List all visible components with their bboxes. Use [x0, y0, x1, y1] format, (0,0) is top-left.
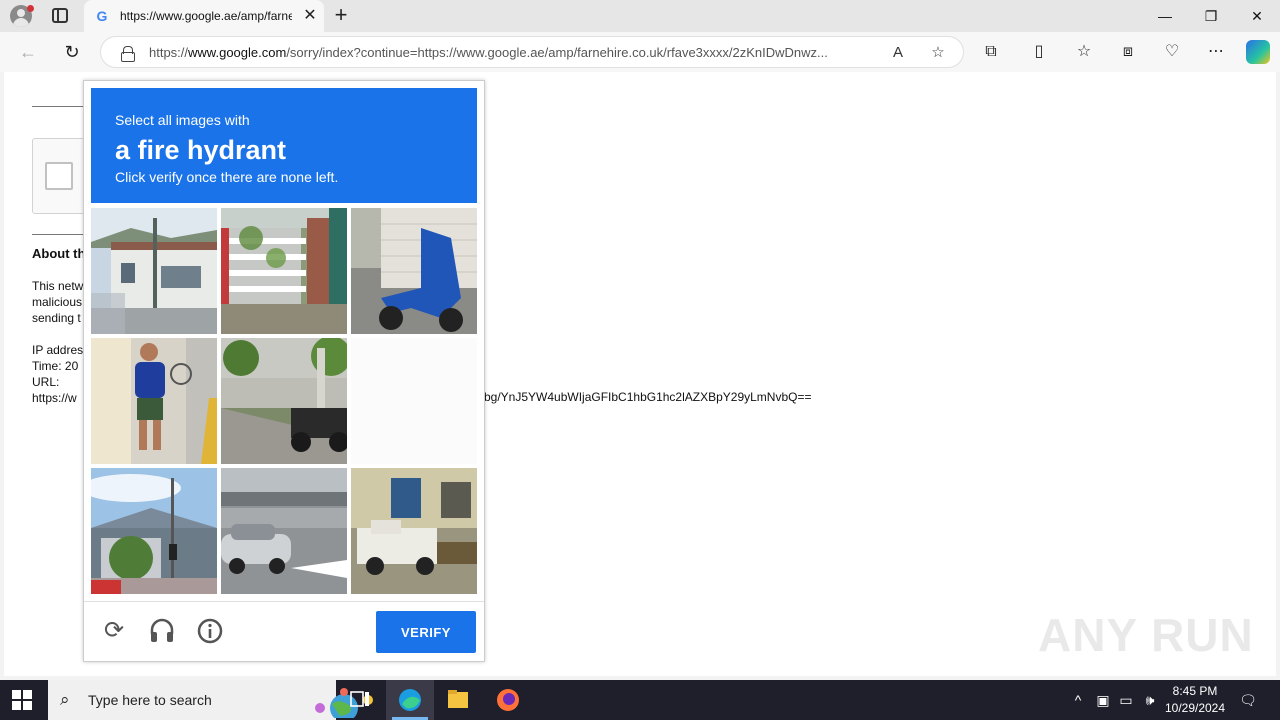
- windows-taskbar: ⌕ Type here to search ^ ▣ ▭ 🕪 8:45 PM 10…: [0, 680, 1280, 720]
- captcha-tile[interactable]: [221, 208, 347, 334]
- pickup-truck-photo: [351, 468, 477, 594]
- info-icon[interactable]: [196, 617, 224, 645]
- favorites-icon[interactable]: ☆: [1072, 40, 1096, 64]
- captcha-tile[interactable]: [351, 468, 477, 594]
- anyrun-watermark: ANY RUN: [1038, 609, 1254, 661]
- blue-scooter-photo: [351, 208, 477, 334]
- url-text[interactable]: https://www.google.com/sorry/index?conti…: [149, 45, 879, 60]
- url-label: URL:: [32, 375, 60, 389]
- clock-date: 10/29/2024: [1164, 701, 1226, 715]
- search-icon: ⌕: [60, 690, 70, 709]
- verify-button[interactable]: VERIFY: [376, 611, 476, 653]
- browser-toolbar: ← ↻ https://www.google.com/sorry/index?c…: [0, 32, 1280, 72]
- file-explorer-icon[interactable]: [434, 680, 482, 720]
- close-window-button[interactable]: ✕: [1234, 0, 1280, 32]
- tab-close-icon[interactable]: ✕: [300, 6, 320, 26]
- audio-challenge-icon[interactable]: [148, 617, 176, 645]
- volume-icon[interactable]: 🕪: [1140, 690, 1160, 710]
- url-value-tail: bg/YnJ5YW4ubWIjaGFIbC1hbG1hc2lAZXBpY29yL…: [484, 390, 812, 404]
- url-value: https://w: [32, 391, 77, 405]
- address-bar[interactable]: https://www.google.com/sorry/index?conti…: [100, 36, 964, 68]
- favorite-star-icon[interactable]: ☆: [927, 42, 949, 64]
- challenge-subtext: Click verify once there are none left.: [115, 169, 339, 185]
- info-text: malicious: [32, 295, 83, 309]
- clock-time: 8:45 PM: [1172, 684, 1218, 698]
- blank-tile: [351, 338, 477, 464]
- tab-actions-icon[interactable]: [52, 8, 68, 23]
- split-screen-icon[interactable]: ▯: [1027, 40, 1051, 64]
- taskbar-search-box[interactable]: ⌕ Type here to search: [48, 680, 373, 720]
- info-text: sending t: [32, 311, 81, 325]
- recaptcha-checkbox[interactable]: [45, 162, 73, 190]
- browser-tab[interactable]: G https://www.google.ae/amp/farnehire.co…: [84, 0, 324, 32]
- time-text: Time: 20: [32, 359, 79, 373]
- captcha-tile[interactable]: [221, 468, 347, 594]
- network-icon[interactable]: ▭: [1116, 690, 1136, 710]
- restore-button[interactable]: ❐: [1188, 0, 1234, 32]
- captcha-tile[interactable]: [221, 338, 347, 464]
- fence-plants-photo: [221, 208, 347, 334]
- tab-title: https://www.google.ae/amp/farnehire.co.u…: [120, 9, 292, 23]
- tray-chevron-icon[interactable]: ^: [1068, 690, 1088, 710]
- tray-device-icon[interactable]: ▣: [1093, 690, 1113, 710]
- divider: [32, 234, 84, 235]
- task-view-button[interactable]: [336, 680, 384, 720]
- captcha-tile[interactable]: [351, 338, 477, 464]
- lock-icon[interactable]: [121, 46, 135, 62]
- minimize-button[interactable]: —: [1142, 0, 1188, 32]
- about-heading: About th: [32, 246, 84, 261]
- google-favicon-icon: G: [96, 8, 108, 24]
- windows-start-icon[interactable]: [12, 690, 32, 710]
- captcha-tile[interactable]: [91, 338, 217, 464]
- taskbar-clock[interactable]: 8:45 PM 10/29/2024: [1158, 683, 1232, 717]
- ip-address-text: IP addres: [32, 343, 84, 357]
- reload-challenge-icon[interactable]: ⟳: [100, 617, 128, 645]
- info-text: This netw: [32, 279, 84, 293]
- car-road-photo: [221, 468, 347, 594]
- more-menu-icon[interactable]: ⋯: [1204, 40, 1228, 64]
- new-tab-button[interactable]: +: [330, 4, 352, 26]
- browser-essentials-icon[interactable]: ♡: [1160, 40, 1184, 64]
- extensions-icon[interactable]: ⧉: [979, 40, 1003, 64]
- divider: [84, 601, 484, 602]
- challenge-header: Select all images with a fire hydrant Cl…: [91, 88, 477, 203]
- edge-taskbar-icon[interactable]: [386, 680, 434, 720]
- search-placeholder: Type here to search: [88, 692, 212, 708]
- building-street-photo: [91, 208, 217, 334]
- challenge-target: a fire hydrant: [115, 135, 287, 165]
- collections-icon[interactable]: ⧈: [1116, 40, 1140, 64]
- notification-dot: [27, 5, 34, 12]
- captcha-tile[interactable]: [91, 468, 217, 594]
- back-button[interactable]: ←: [16, 40, 40, 64]
- divider: [32, 106, 84, 107]
- man-walking-photo: [91, 338, 217, 464]
- captcha-tile[interactable]: [351, 208, 477, 334]
- recaptcha-challenge: Select all images with a fire hydrant Cl…: [83, 80, 485, 662]
- notifications-icon[interactable]: 🗨: [1238, 690, 1258, 710]
- parked-motorcycles-photo: [221, 338, 347, 464]
- captcha-tile[interactable]: [91, 208, 217, 334]
- challenge-instruction: Select all images with: [115, 112, 250, 128]
- tab-strip: G https://www.google.ae/amp/farnehire.co…: [0, 0, 1280, 32]
- firefox-icon[interactable]: [484, 680, 532, 720]
- copilot-icon[interactable]: [1246, 40, 1270, 64]
- refresh-button[interactable]: ↻: [60, 40, 84, 64]
- read-aloud-icon[interactable]: A: [887, 42, 909, 64]
- houses-traffic-light-photo: [91, 468, 217, 594]
